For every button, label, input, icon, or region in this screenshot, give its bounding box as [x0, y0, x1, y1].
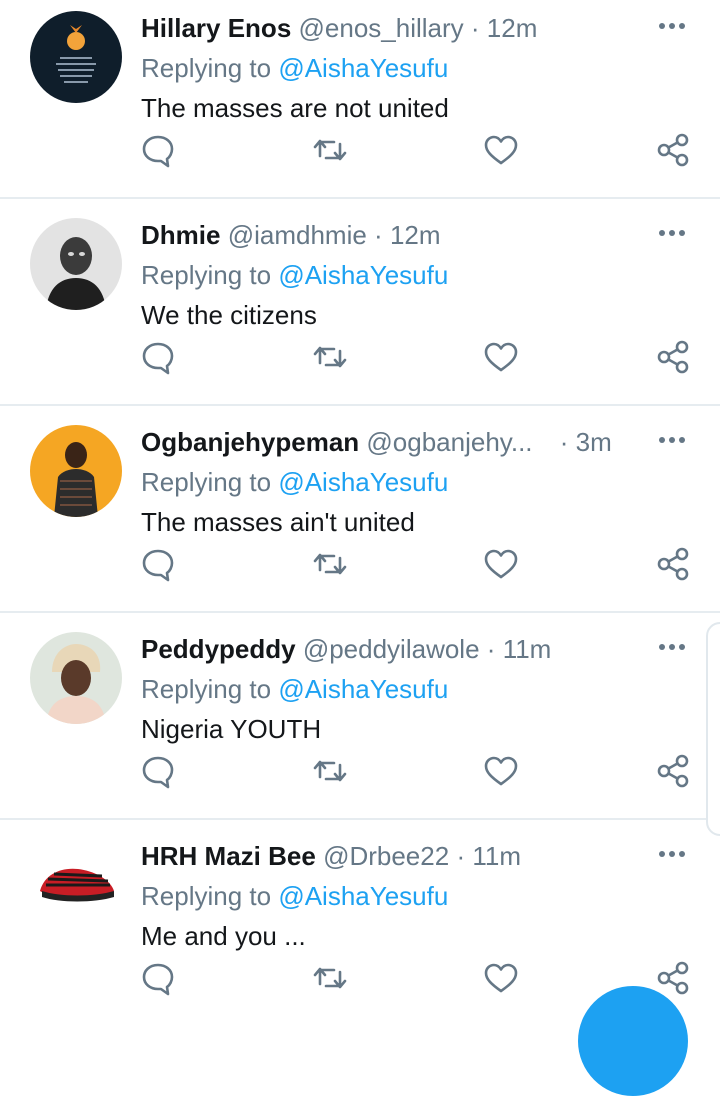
- mention-link[interactable]: @AishaYesufu: [278, 467, 448, 497]
- replying-to-label: Replying to: [141, 53, 272, 83]
- more-options-icon[interactable]: [655, 635, 689, 659]
- avatar[interactable]: [30, 218, 122, 310]
- retweet-icon[interactable]: [310, 958, 350, 998]
- separator-dot: ·: [374, 220, 383, 250]
- comment-icon[interactable]: [138, 130, 178, 170]
- mention-link[interactable]: @AishaYesufu: [278, 260, 448, 290]
- like-icon[interactable]: [481, 337, 521, 377]
- timestamp: 3m: [575, 427, 612, 457]
- tweet-text: Nigeria YOUTH: [141, 714, 322, 744]
- tweet-header: Ogbanjehypeman @ogbanjehy... · 3m: [141, 426, 612, 458]
- comment-icon[interactable]: [138, 751, 178, 791]
- replying-to: Replying to @AishaYesufu: [141, 466, 448, 498]
- more-options-icon[interactable]: [655, 428, 689, 452]
- tweet-header: Peddypeddy @peddyilawole · 11m: [141, 633, 551, 665]
- display-name[interactable]: Hillary Enos: [141, 13, 291, 43]
- avatar[interactable]: [30, 839, 122, 931]
- comment-icon[interactable]: [138, 958, 178, 998]
- separator-dot: ·: [470, 13, 480, 43]
- display-name[interactable]: Dhmie: [141, 220, 220, 250]
- comment-icon[interactable]: [138, 544, 178, 584]
- user-handle[interactable]: @Drbee22: [323, 841, 449, 871]
- timestamp: 12m: [486, 13, 538, 43]
- replying-to-label: Replying to: [141, 674, 272, 704]
- replying-to-label: Replying to: [141, 881, 272, 911]
- tweet-header: Hillary Enos @enos_hillary · 12m: [141, 12, 537, 44]
- like-icon[interactable]: [481, 544, 521, 584]
- divider: [0, 818, 720, 820]
- side-panel-handle[interactable]: [706, 622, 720, 836]
- share-icon[interactable]: [653, 544, 693, 584]
- share-icon[interactable]: [653, 751, 693, 791]
- retweet-icon[interactable]: [310, 544, 350, 584]
- retweet-icon[interactable]: [310, 337, 350, 377]
- timestamp: 11m: [472, 841, 521, 871]
- timestamp: 11m: [502, 634, 552, 664]
- more-options-icon[interactable]: [655, 14, 689, 38]
- share-icon[interactable]: [653, 337, 693, 377]
- separator-dot: ·: [486, 634, 496, 664]
- tweet[interactable]: Ogbanjehypeman @ogbanjehy... · 3m Replyi…: [0, 414, 720, 611]
- comment-icon[interactable]: [138, 337, 178, 377]
- replying-to-label: Replying to: [141, 260, 272, 290]
- like-icon[interactable]: [481, 958, 521, 998]
- divider: [0, 611, 720, 613]
- user-handle[interactable]: @enos_hillary: [299, 13, 464, 43]
- separator-dot: ·: [559, 427, 569, 457]
- timestamp: 12m: [389, 220, 441, 250]
- display-name[interactable]: HRH Mazi Bee: [141, 841, 316, 871]
- user-handle[interactable]: @peddyilawole: [303, 634, 480, 664]
- mention-link[interactable]: @AishaYesufu: [278, 674, 448, 704]
- more-options-icon[interactable]: [655, 842, 689, 866]
- divider: [0, 404, 720, 406]
- tweet[interactable]: Dhmie @iamdhmie · 12m Replying to @Aisha…: [0, 207, 720, 404]
- retweet-icon[interactable]: [310, 130, 350, 170]
- user-handle[interactable]: @ogbanjehy...: [366, 427, 532, 457]
- divider: [0, 197, 720, 199]
- replying-to: Replying to @AishaYesufu: [141, 52, 448, 84]
- avatar[interactable]: [30, 632, 122, 724]
- separator-dot: ·: [456, 841, 466, 871]
- replying-to: Replying to @AishaYesufu: [141, 880, 448, 912]
- mention-link[interactable]: @AishaYesufu: [278, 53, 448, 83]
- display-name[interactable]: Ogbanjehypeman: [141, 427, 359, 457]
- tweet-header: HRH Mazi Bee @Drbee22 · 11m: [141, 840, 521, 872]
- tweet[interactable]: Hillary Enos @enos_hillary · 12m Replyin…: [0, 0, 720, 197]
- retweet-icon[interactable]: [310, 751, 350, 791]
- user-handle[interactable]: @iamdhmie: [228, 220, 367, 250]
- like-icon[interactable]: [481, 130, 521, 170]
- share-icon[interactable]: [653, 130, 693, 170]
- more-options-icon[interactable]: [655, 221, 689, 245]
- compose-button[interactable]: [578, 986, 688, 1096]
- tweet-text: Me and you ...: [141, 921, 306, 951]
- tweet-header: Dhmie @iamdhmie · 12m: [141, 219, 441, 251]
- replying-to: Replying to @AishaYesufu: [141, 259, 448, 291]
- replying-to: Replying to @AishaYesufu: [141, 673, 448, 705]
- avatar[interactable]: [30, 425, 122, 517]
- replying-to-label: Replying to: [141, 467, 272, 497]
- display-name[interactable]: Peddypeddy: [141, 634, 296, 664]
- tweet[interactable]: Peddypeddy @peddyilawole · 11m Replying …: [0, 621, 720, 818]
- tweet-text: We the citizens: [141, 300, 317, 330]
- mention-link[interactable]: @AishaYesufu: [278, 881, 448, 911]
- tweet-text: The masses are not united: [141, 93, 449, 123]
- like-icon[interactable]: [481, 751, 521, 791]
- tweet-text: The masses ain't united: [141, 507, 415, 537]
- avatar[interactable]: [30, 11, 122, 103]
